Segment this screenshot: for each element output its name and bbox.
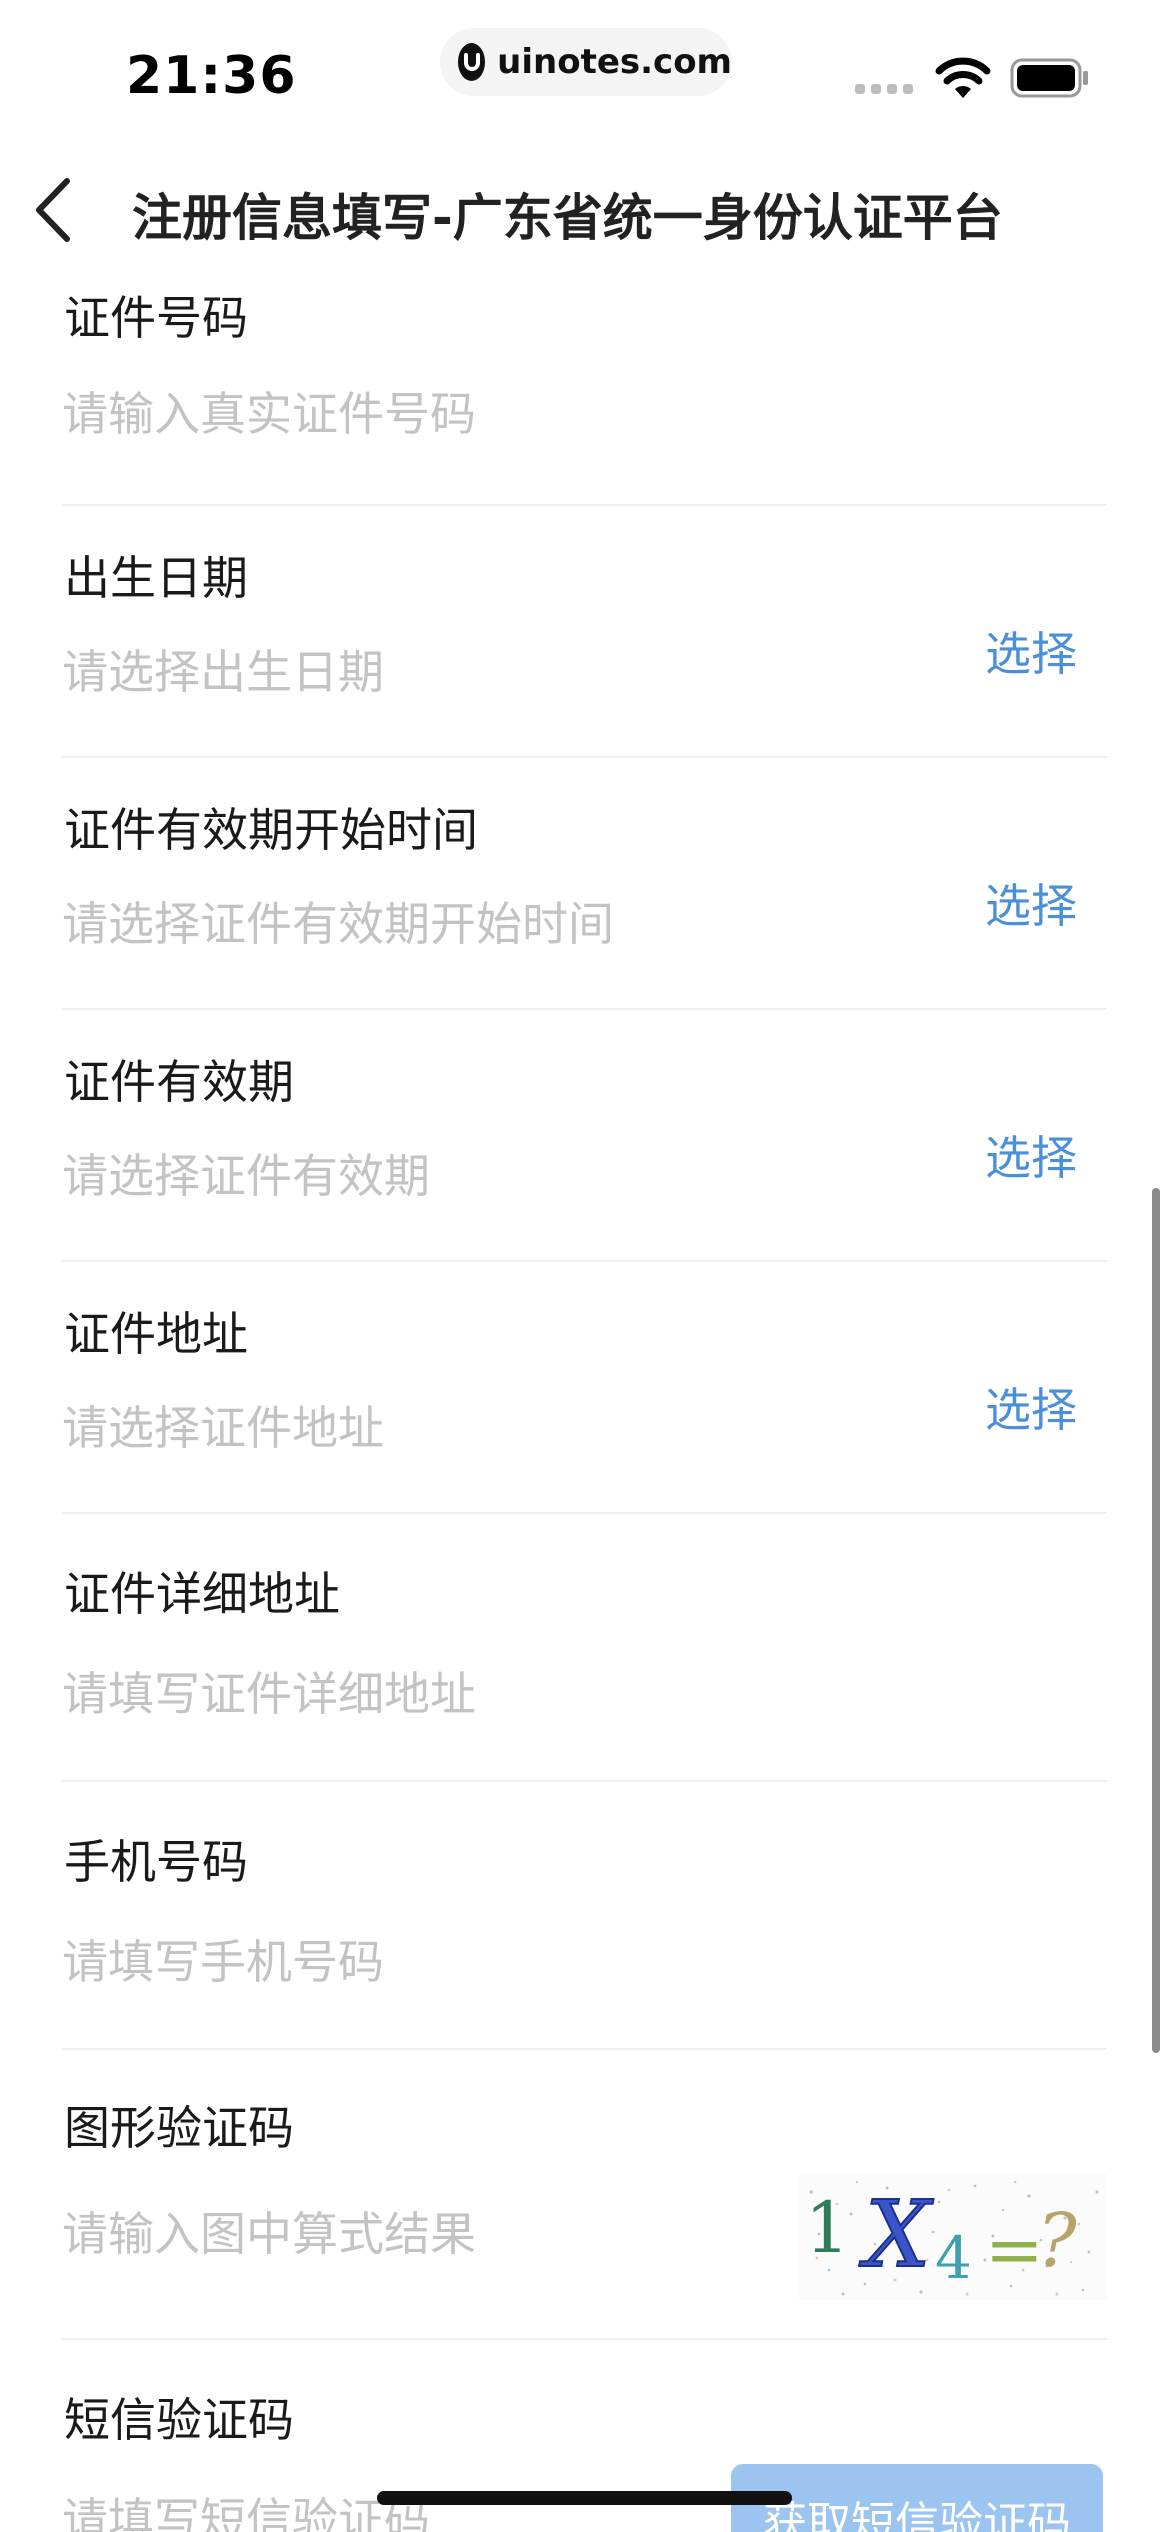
id-address-select-button[interactable]: 选择 <box>985 1374 1077 1440</box>
field-id-number: 证件号码 请输入真实证件号码 <box>62 262 1107 506</box>
validity-period-input[interactable]: 请选择证件有效期 <box>62 1140 430 1206</box>
field-label: 出生日期 <box>64 551 248 605</box>
url-text: uinotes.com <box>497 42 732 82</box>
sms-code-input[interactable]: 请填写短信验证码 <box>62 2484 430 2532</box>
nav-bar: 注册信息填写-广东省统一身份认证平台 <box>0 160 1170 260</box>
cellular-signal-icon <box>855 84 913 94</box>
screen: 21:36 uinotes.com 注册信息填写-广东省统一身份认证平台 证件号… <box>0 0 1170 2532</box>
field-label: 短信验证码 <box>64 2393 294 2447</box>
field-validity-start: 证件有效期开始时间 请选择证件有效期开始时间 选择 <box>62 758 1107 1010</box>
image-captcha-input[interactable]: 请输入图中算式结果 <box>62 2198 476 2264</box>
captcha-char: 4 <box>935 2224 972 2292</box>
field-image-captcha: 图形验证码 请输入图中算式结果 1 X 4 = ? <box>62 2050 1107 2340</box>
birth-date-select-button[interactable]: 选择 <box>985 618 1077 684</box>
validity-start-select-button[interactable]: 选择 <box>985 870 1077 936</box>
battery-icon <box>1010 58 1090 102</box>
field-label: 证件号码 <box>64 291 248 345</box>
site-logo-icon <box>458 43 486 81</box>
chevron-left-icon <box>36 178 70 242</box>
field-label: 证件地址 <box>64 1307 248 1361</box>
field-detailed-address: 证件详细地址 请填写证件详细地址 <box>62 1514 1107 1782</box>
validity-start-input[interactable]: 请选择证件有效期开始时间 <box>62 888 614 954</box>
field-phone-number: 手机号码 请填写手机号码 <box>62 1782 1107 2050</box>
field-id-address: 证件地址 请选择证件地址 选择 <box>62 1262 1107 1514</box>
status-time: 21:36 <box>126 46 297 106</box>
detailed-address-input[interactable]: 请填写证件详细地址 <box>62 1658 476 1724</box>
captcha-char: ? <box>1037 2198 1078 2284</box>
field-label: 证件有效期 <box>64 1055 294 1109</box>
page-title: 注册信息填写-广东省统一身份认证平台 <box>132 189 1003 247</box>
captcha-image[interactable]: 1 X 4 = ? <box>799 2174 1107 2300</box>
phone-number-input[interactable]: 请填写手机号码 <box>62 1926 384 1992</box>
validity-period-select-button[interactable]: 选择 <box>985 1122 1077 1188</box>
registration-form: 证件号码 请输入真实证件号码 出生日期 请选择出生日期 选择 证件有效期开始时间… <box>0 262 1170 2532</box>
field-validity-period: 证件有效期 请选择证件有效期 选择 <box>62 1010 1107 1262</box>
birth-date-input[interactable]: 请选择出生日期 <box>62 636 384 702</box>
home-indicator[interactable] <box>377 2491 792 2505</box>
captcha-char: = <box>985 2209 1044 2291</box>
id-address-input[interactable]: 请选择证件地址 <box>62 1392 384 1458</box>
wifi-icon <box>935 56 991 104</box>
back-button[interactable] <box>18 170 88 250</box>
field-birth-date: 出生日期 请选择出生日期 选择 <box>62 506 1107 758</box>
field-label: 证件详细地址 <box>64 1567 340 1621</box>
field-label: 图形验证码 <box>64 2101 294 2155</box>
id-number-input[interactable]: 请输入真实证件号码 <box>62 378 476 444</box>
status-bar: 21:36 uinotes.com <box>0 0 1170 150</box>
captcha-char: X <box>859 2181 934 2288</box>
field-label: 证件有效期开始时间 <box>64 803 478 857</box>
url-pill[interactable]: uinotes.com <box>440 28 732 96</box>
scroll-indicator[interactable] <box>1152 1188 1160 2053</box>
field-label: 手机号码 <box>64 1835 248 1889</box>
captcha-char: 1 <box>805 2187 850 2269</box>
